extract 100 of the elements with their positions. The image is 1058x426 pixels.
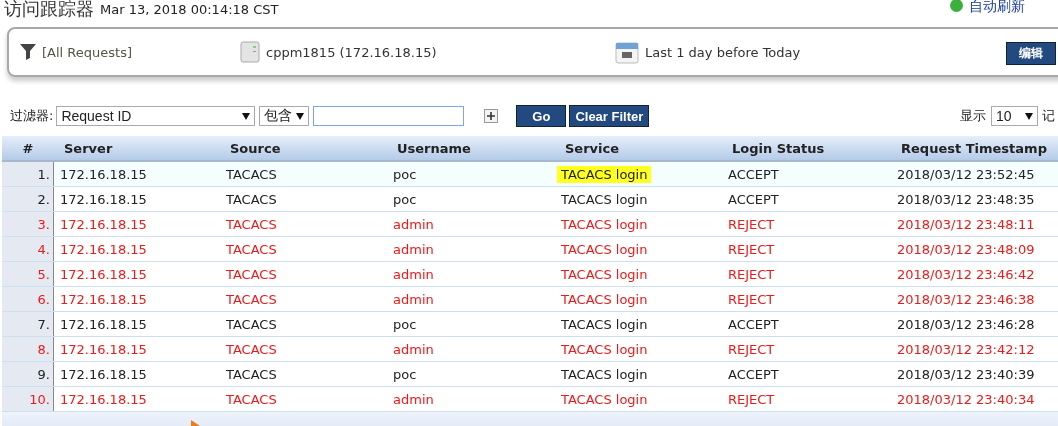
table-cell: TACACS login <box>561 391 648 407</box>
table-cell: TACACS login <box>561 341 648 357</box>
table-cell: 2018/03/12 23:48:35 <box>897 191 1035 207</box>
add-icon[interactable] <box>484 109 499 123</box>
table-cell: ACCEPT <box>728 316 779 332</box>
row-number: 9. <box>37 366 50 382</box>
row-number: 5. <box>37 266 50 282</box>
table-cell: TACACS <box>226 266 277 282</box>
table-row[interactable]: 9. 172.16.18.15 TACACS poc TACACS login ACCEPT 2018/03/12 23:40:39 <box>2 362 1058 387</box>
table-cell: 172.16.18.15 <box>60 366 147 382</box>
table-cell: TACACS login <box>561 216 648 232</box>
table-cell: TACACS <box>226 241 277 257</box>
table-cell: TACACS <box>226 391 277 407</box>
show-label: 显示 <box>960 107 986 125</box>
calendar-icon <box>615 40 639 64</box>
table-cell: 2018/03/12 23:46:38 <box>897 291 1035 307</box>
clear-filter-button[interactable]: Clear Filter <box>569 105 650 127</box>
table-cell: TACACS <box>226 316 277 332</box>
column-header[interactable]: Server <box>54 140 220 156</box>
table-cell: REJECT <box>728 216 775 232</box>
page-size-select[interactable]: 10 <box>991 106 1038 126</box>
table-cell: admin <box>393 266 434 282</box>
column-header[interactable]: Request Timestamp <box>891 140 1058 156</box>
table-cell: 172.16.18.15 <box>60 216 147 232</box>
column-header[interactable]: Username <box>387 140 555 156</box>
funnel-icon <box>20 43 36 61</box>
table-cell: 2018/03/12 23:52:45 <box>897 166 1035 182</box>
field-select[interactable]: Request ID <box>56 106 256 126</box>
edit-button[interactable]: 编辑 <box>1006 42 1056 65</box>
table-cell: 2018/03/12 23:46:42 <box>897 266 1035 282</box>
column-header[interactable]: Service <box>555 140 722 156</box>
table-row[interactable]: 5. 172.16.18.15 TACACS admin TACACS login REJECT 2018/03/12 23:46:42 <box>2 262 1058 287</box>
table-cell: REJECT <box>728 241 775 257</box>
table-cell: TACACS login <box>561 191 648 207</box>
table-cell: 172.16.18.15 <box>60 291 147 307</box>
column-header[interactable]: Source <box>220 140 387 156</box>
filter-label: 过滤器: <box>10 107 54 125</box>
records-label: 记 <box>1042 107 1055 125</box>
go-button[interactable]: Go <box>516 105 567 127</box>
filter-input[interactable] <box>313 106 465 126</box>
table-cell: 2018/03/12 23:40:39 <box>897 366 1035 382</box>
table-cell: TACACS <box>226 291 277 307</box>
table-cell: 172.16.18.15 <box>60 341 147 357</box>
table-cell: 2018/03/12 23:48:11 <box>897 216 1035 232</box>
table-cell: 172.16.18.15 <box>60 316 147 332</box>
table-cell: REJECT <box>728 391 775 407</box>
table-row[interactable]: 6. 172.16.18.15 TACACS admin TACACS login REJECT 2018/03/12 23:46:38 <box>2 287 1058 312</box>
table-cell: 2018/03/12 23:46:28 <box>897 316 1035 332</box>
table-cell: TACACS login <box>557 165 652 183</box>
table-cell: TACACS <box>226 191 277 207</box>
caret-icon <box>296 112 305 120</box>
table-cell: TACACS <box>226 216 277 232</box>
table-row[interactable]: 1. 172.16.18.15 TACACS poc TACACS login ACCEPT 2018/03/12 23:52:45 <box>2 162 1058 187</box>
table-cell: 172.16.18.15 <box>60 191 147 207</box>
table-cell: REJECT <box>728 266 775 282</box>
table-cell: 172.16.18.15 <box>60 241 147 257</box>
row-number: 8. <box>37 341 50 357</box>
server-icon <box>240 41 260 63</box>
column-header[interactable]: Login Status <box>722 140 891 156</box>
table-row[interactable]: 8. 172.16.18.15 TACACS admin TACACS login REJECT 2018/03/12 23:42:12 <box>2 337 1058 362</box>
timestamp: Mar 13, 2018 00:14:18 CST <box>100 1 279 17</box>
table-cell: 172.16.18.15 <box>60 391 147 407</box>
filter-summary: [All Requests] <box>42 44 132 60</box>
caret-icon <box>242 112 251 120</box>
table-cell: admin <box>393 391 434 407</box>
table-cell: poc <box>393 316 417 332</box>
column-header[interactable]: # <box>2 140 54 156</box>
table-row[interactable]: 4. 172.16.18.15 TACACS admin TACACS login REJECT 2018/03/12 23:48:09 <box>2 237 1058 262</box>
table-cell: TACACS login <box>561 291 648 307</box>
table-cell: poc <box>393 366 417 382</box>
server-name: cppm1815 (172.16.18.15) <box>266 44 437 60</box>
auto-refresh-link[interactable]: 自动刷新 <box>969 0 1025 16</box>
table-cell: admin <box>393 341 434 357</box>
table-row[interactable]: 7. 172.16.18.15 TACACS poc TACACS login ACCEPT 2018/03/12 23:46:28 <box>2 312 1058 337</box>
table-cell: 2018/03/12 23:48:09 <box>897 241 1035 257</box>
row-number: 2. <box>37 191 50 207</box>
table-cell: TACACS <box>226 341 277 357</box>
table-row[interactable]: 10. 172.16.18.15 TACACS admin TACACS login REJECT 2018/03/12 23:40:34 <box>2 387 1058 412</box>
caret-icon <box>1025 112 1033 120</box>
table-row[interactable]: 3. 172.16.18.15 TACACS admin TACACS login REJECT 2018/03/12 23:48:11 <box>2 212 1058 237</box>
table-cell: TACACS login <box>561 316 648 332</box>
date-range: Last 1 day before Today <box>645 44 801 60</box>
table-cell: REJECT <box>728 291 775 307</box>
table-cell: ACCEPT <box>728 166 779 182</box>
row-number: 3. <box>37 216 50 232</box>
row-number: 1. <box>37 166 50 182</box>
table-cell: REJECT <box>728 341 775 357</box>
row-number: 10. <box>29 391 50 407</box>
table-cell: admin <box>393 291 434 307</box>
table-cell: ACCEPT <box>728 191 779 207</box>
row-number: 4. <box>37 241 50 257</box>
table-cell: 172.16.18.15 <box>60 266 147 282</box>
table-cell: TACACS login <box>561 366 648 382</box>
table-cell: TACACS <box>226 366 277 382</box>
table-cell: 2018/03/12 23:40:34 <box>897 391 1035 407</box>
table-cell: poc <box>393 166 417 182</box>
table-cell: TACACS login <box>561 241 648 257</box>
table-row[interactable]: 2. 172.16.18.15 TACACS poc TACACS login ACCEPT 2018/03/12 23:48:35 <box>2 187 1058 212</box>
table-cell: admin <box>393 241 434 257</box>
operator-select[interactable]: 包含 <box>259 106 310 126</box>
